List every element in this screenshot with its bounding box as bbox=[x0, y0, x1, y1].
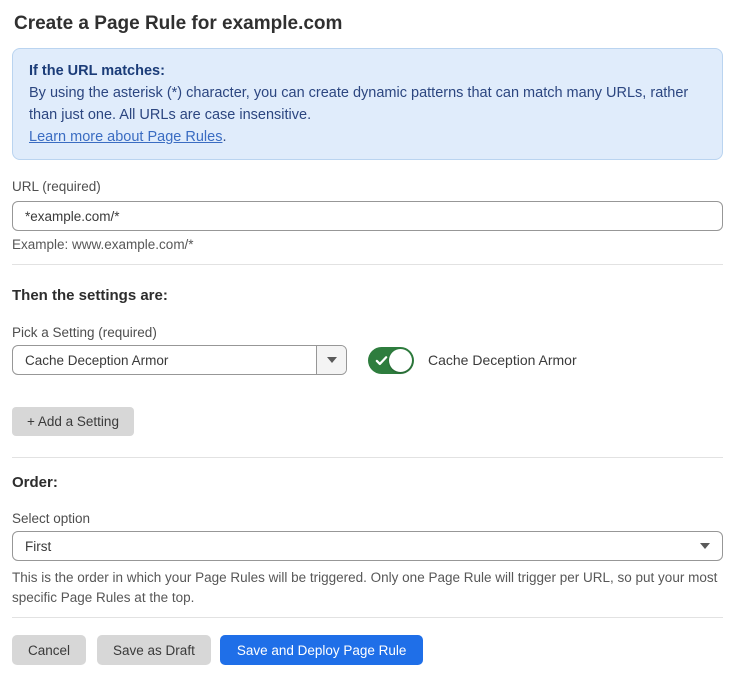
setting-select-arrow-button[interactable] bbox=[316, 346, 346, 374]
setting-toggle-group: Cache Deception Armor bbox=[368, 347, 577, 374]
info-callout-link-line: Learn more about Page Rules. bbox=[29, 126, 706, 148]
url-match-info-callout: If the URL matches: By using the asteris… bbox=[12, 48, 723, 160]
save-and-deploy-button[interactable]: Save and Deploy Page Rule bbox=[220, 635, 424, 665]
page-title: Create a Page Rule for example.com bbox=[14, 12, 723, 35]
url-field-label: URL (required) bbox=[12, 179, 101, 194]
setting-select[interactable]: Cache Deception Armor bbox=[12, 345, 347, 375]
caret-down-icon bbox=[327, 357, 337, 363]
cache-deception-armor-toggle[interactable] bbox=[368, 347, 414, 374]
learn-more-link[interactable]: Learn more about Page Rules bbox=[29, 129, 222, 145]
order-select-value: First bbox=[25, 539, 51, 554]
save-as-draft-button[interactable]: Save as Draft bbox=[97, 635, 211, 665]
toggle-knob bbox=[389, 349, 412, 372]
order-section-heading: Order: bbox=[12, 474, 723, 492]
divider bbox=[12, 264, 723, 265]
divider bbox=[12, 457, 723, 458]
toggle-label: Cache Deception Armor bbox=[428, 352, 577, 368]
divider bbox=[12, 617, 723, 618]
url-field-helper: Example: www.example.com/* bbox=[12, 237, 723, 253]
caret-down-icon bbox=[700, 543, 710, 549]
info-callout-heading: If the URL matches: bbox=[29, 60, 706, 82]
url-input[interactable] bbox=[12, 201, 723, 231]
setting-row: Cache Deception Armor Cache Deception Ar… bbox=[12, 345, 723, 375]
order-select[interactable]: First bbox=[12, 531, 723, 561]
link-suffix: . bbox=[222, 129, 226, 145]
order-select-label: Select option bbox=[12, 511, 723, 527]
check-icon bbox=[375, 354, 388, 367]
form-actions: Cancel Save as Draft Save and Deploy Pag… bbox=[12, 635, 723, 665]
setting-select-value: Cache Deception Armor bbox=[13, 346, 316, 374]
pick-setting-label: Pick a Setting (required) bbox=[12, 325, 723, 341]
info-callout-body: By using the asterisk (*) character, you… bbox=[29, 82, 706, 126]
create-page-rule-form: Create a Page Rule for example.com If th… bbox=[0, 0, 750, 679]
cancel-button[interactable]: Cancel bbox=[12, 635, 86, 665]
add-setting-button[interactable]: + Add a Setting bbox=[12, 407, 134, 436]
settings-section-heading: Then the settings are: bbox=[12, 287, 723, 305]
order-helper-text: This is the order in which your Page Rul… bbox=[12, 568, 723, 608]
